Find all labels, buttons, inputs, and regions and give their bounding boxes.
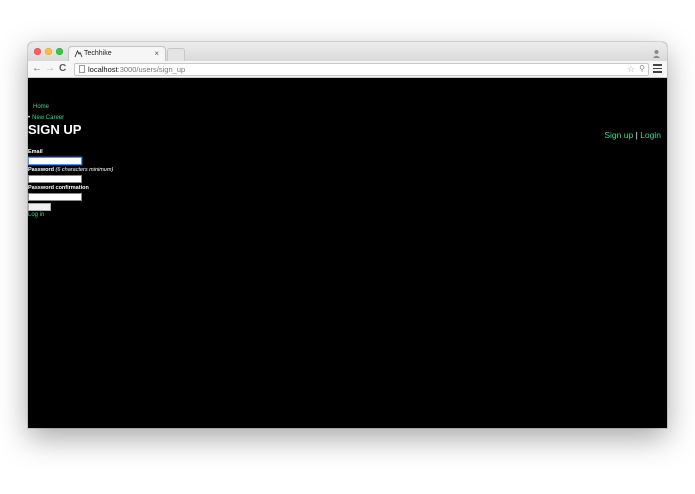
password-label: Password [28,167,54,173]
login-link[interactable]: Login [640,130,661,140]
forward-arrow-icon[interactable]: → [45,63,55,75]
sign-up-link[interactable]: Sign up [604,130,633,140]
star-icon[interactable]: ☆ [627,64,635,74]
tab-bar: Techhike × [28,42,667,62]
nav-new-career-link[interactable]: New Career [32,115,64,121]
url-host: localhost [88,65,118,74]
minimize-window-button[interactable] [45,48,52,55]
hiker-icon [74,49,83,61]
password-label-row: Password (6 characters minimum) [28,167,113,174]
profile-icon[interactable] [652,46,661,58]
page-icon [79,65,85,73]
maximize-window-button[interactable] [56,48,63,55]
close-window-button[interactable] [34,48,41,55]
email-label: Email [28,149,43,155]
new-tab-button[interactable] [167,48,185,61]
back-arrow-icon[interactable]: ← [32,63,42,75]
nav-home-link[interactable]: Home [33,104,49,111]
browser-window: Techhike × ← → C localhost:3000/users/si… [28,42,667,428]
browser-tab[interactable]: Techhike × [68,46,166,62]
url-text[interactable]: localhost:3000/users/sign_up [88,65,185,74]
password-hint: (6 characters minimum) [55,167,114,173]
auth-separator: | [635,130,638,140]
address-bar[interactable]: localhost:3000/users/sign_up ☆ ⚲ [74,63,649,76]
page-title: SIGN UP [28,122,82,137]
tab-close-icon[interactable]: × [154,49,159,58]
bullet-icon: • [28,115,31,121]
browser-toolbar: ← → C localhost:3000/users/sign_up ☆ ⚲ [28,61,667,78]
tab-title: Techhike [84,50,112,57]
url-path: :3000/users/sign_up [117,65,186,74]
auth-links: Sign up | Login [604,130,661,140]
password-confirmation-label: Password confirmation [28,185,89,191]
password-field[interactable] [28,175,82,183]
log-in-link[interactable]: Log in [28,212,44,219]
sign-up-submit-button[interactable] [28,203,51,211]
hamburger-menu-icon[interactable] [653,64,662,73]
email-field[interactable] [28,157,82,165]
password-confirmation-field[interactable] [28,193,82,201]
nav-new-career-item: • New Career [28,115,64,122]
page-content: Home • New Career SIGN UP Sign up | Login… [28,78,667,428]
zoom-icon[interactable]: ⚲ [639,64,645,74]
reload-icon[interactable]: C [59,63,66,75]
